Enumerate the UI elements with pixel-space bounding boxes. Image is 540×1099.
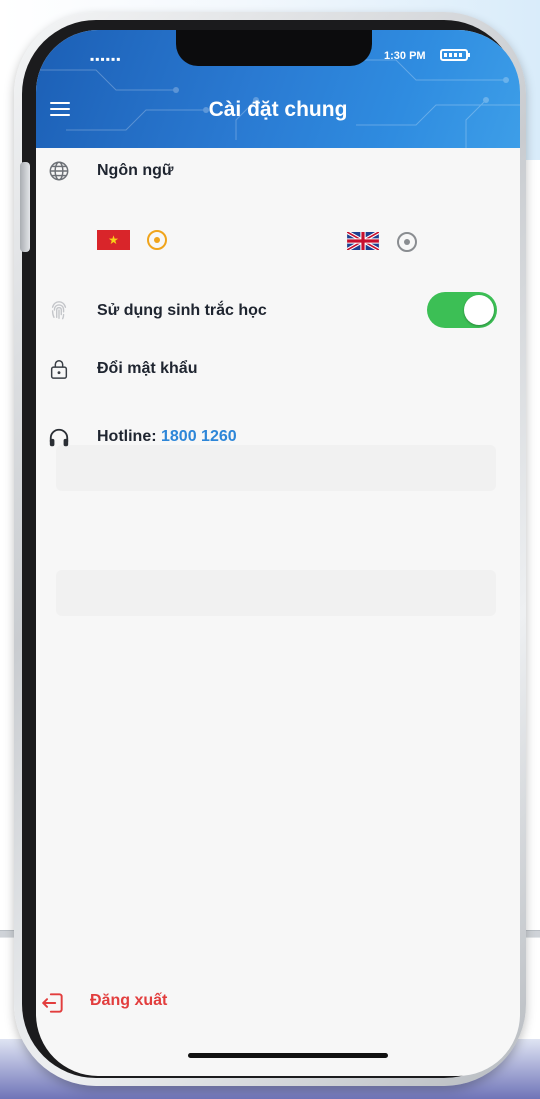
hotline-row[interactable]: Hotline: 1800 1260 bbox=[36, 424, 520, 454]
biometric-toggle[interactable] bbox=[427, 292, 497, 328]
uk-flag[interactable] bbox=[347, 232, 379, 250]
vietnam-flag[interactable] bbox=[97, 230, 130, 250]
headphones-icon bbox=[49, 428, 69, 447]
globe-icon bbox=[49, 161, 69, 181]
hotline-number[interactable]: 1800 1260 bbox=[161, 428, 237, 445]
language-row: Ngôn ngữ bbox=[36, 158, 520, 188]
logout-label: Đăng xuất bbox=[90, 992, 168, 1009]
blurred-background-field bbox=[56, 570, 496, 616]
phone-notch bbox=[176, 30, 372, 66]
home-indicator[interactable] bbox=[188, 1053, 388, 1058]
battery-icon bbox=[440, 49, 470, 61]
biometric-label: Sử dụng sinh trắc học bbox=[97, 302, 267, 319]
hotline-prefix: Hotline: bbox=[97, 428, 157, 445]
logout-button[interactable]: Đăng xuất bbox=[36, 988, 520, 1018]
radio-vietnamese[interactable] bbox=[147, 230, 167, 250]
lock-icon bbox=[50, 360, 68, 379]
language-label: Ngôn ngữ bbox=[97, 162, 174, 179]
app-header: ▪▪▪▪▪▪ 1:30 PM Cài đặt chung bbox=[36, 30, 520, 148]
fingerprint-icon bbox=[51, 301, 67, 320]
change-password-label: Đổi mật khẩu bbox=[97, 360, 198, 377]
phone-side-button bbox=[20, 162, 30, 252]
logout-icon bbox=[42, 993, 63, 1013]
change-password-row[interactable]: Đổi mật khẩu bbox=[36, 356, 520, 386]
signal-indicator: ▪▪▪▪▪▪ bbox=[90, 52, 122, 66]
radio-english[interactable] bbox=[397, 232, 417, 252]
status-time: 1:30 PM bbox=[384, 50, 426, 62]
hotline-label: Hotline: 1800 1260 bbox=[97, 428, 237, 446]
app-screen: ▪▪▪▪▪▪ 1:30 PM Cài đặt chung Ngôn ngữ ★ … bbox=[36, 30, 520, 1076]
page-title: Cài đặt chung bbox=[208, 98, 348, 121]
